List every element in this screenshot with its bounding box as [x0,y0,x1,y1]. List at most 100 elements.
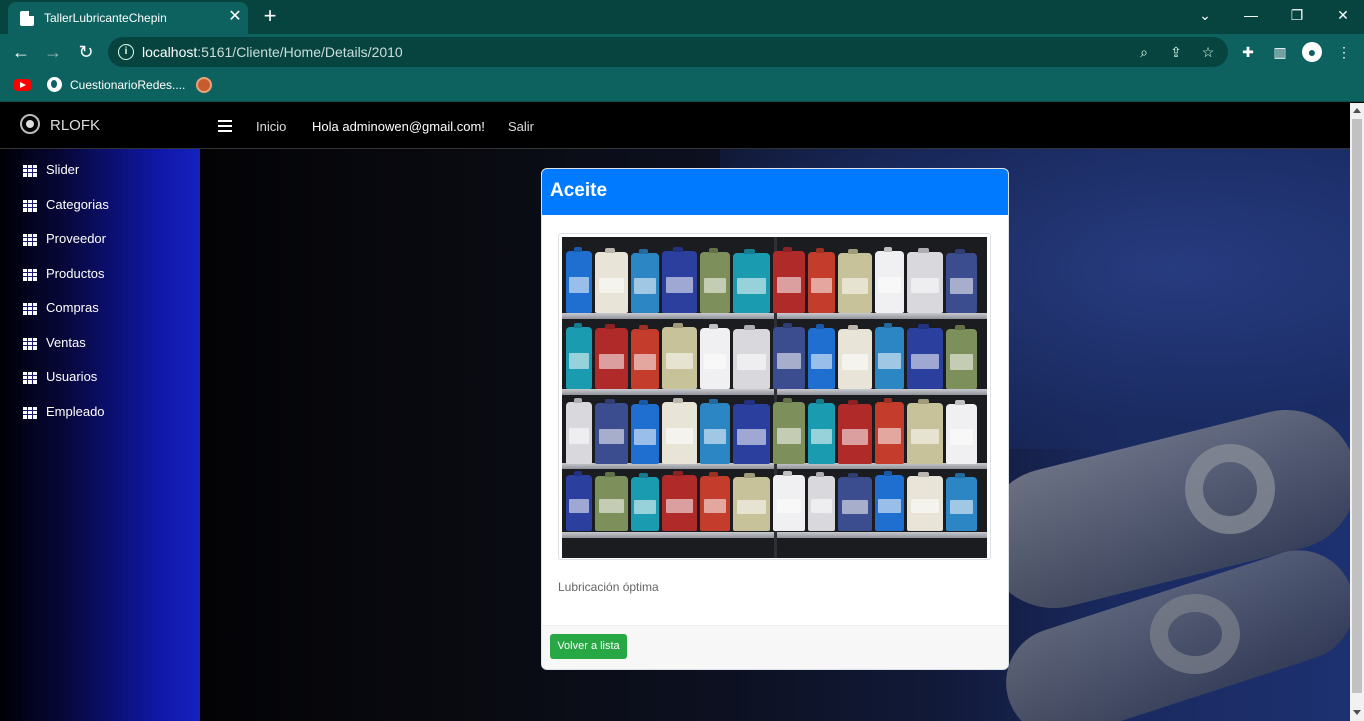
tab-title: TallerLubricanteChepin [44,11,167,25]
browser-tabstrip: TallerLubricanteChepin ✕ + ⌄ — ❐ ✕ [0,0,1364,34]
nav-user-greeting[interactable]: Hola adminowen@gmail.com! [312,119,485,134]
oil-bottle [700,328,730,389]
oil-bottle [946,477,977,531]
url-host: localhost [142,44,198,60]
oil-bottle [838,253,872,313]
oil-bottle [631,477,659,531]
back-to-list-button[interactable]: Volver a lista [550,634,627,659]
grid-icon [23,372,37,384]
nav-link-logout[interactable]: Salir [508,119,534,134]
card-footer: Volver a lista [542,625,1008,669]
restore-icon[interactable]: ❐ [1274,0,1320,32]
browser-toolbar: ← → ↻ i localhost:5161/Cliente/Home/Deta… [0,34,1364,70]
reload-icon[interactable]: ↻ [73,39,99,65]
oil-bottle [733,253,770,313]
oil-bottle [946,404,977,464]
oil-bottle [595,252,628,313]
oil-bottle [773,402,805,464]
menu-toggle-icon[interactable] [218,120,232,132]
new-tab-button[interactable]: + [260,5,280,27]
side-panel-icon[interactable]: ▥ [1270,42,1290,62]
oil-bottle [875,327,904,389]
sidebar-item-label: Categorias [46,197,109,212]
grid-icon [23,200,37,212]
oil-bottle [838,329,872,389]
forward-arrow-icon[interactable]: → [40,39,66,65]
scroll-thumb[interactable] [1352,119,1362,693]
grid-icon [23,234,37,246]
zoom-icon[interactable]: ⌕ [1134,42,1154,62]
oil-bottle [773,475,805,531]
card-header: Aceite [542,169,1008,215]
oil-bottle [875,402,904,464]
oil-bottle [595,476,628,531]
sidebar-item-label: Empleado [46,404,105,419]
oil-bottle [700,252,730,313]
oil-bottle [907,252,943,313]
grid-icon [23,338,37,350]
oil-bottle [907,476,943,531]
oil-bottle [808,476,835,531]
sidebar-item-label: Compras [46,300,99,315]
brand-name[interactable]: RLOFK [50,117,100,134]
nav-link-home[interactable]: Inicio [256,119,286,134]
oil-bottle [662,402,697,464]
oil-bottle [662,327,697,389]
oil-bottle [700,403,730,464]
info-icon[interactable]: i [118,44,134,60]
oil-bottle [566,327,592,389]
product-image [562,237,987,558]
sidebar-item-label: Productos [46,266,105,281]
bookmark-item[interactable]: CuestionarioRedes.... [70,78,185,92]
sidebar: Slider Categorias Proveedor Productos Co… [0,149,200,721]
globe-icon[interactable] [47,77,62,92]
sidebar-item-label: Slider [46,162,80,177]
scroll-up-icon[interactable] [1353,108,1361,113]
chevron-down-icon[interactable]: ⌄ [1182,0,1228,32]
oil-bottle [808,328,835,389]
oil-bottle [838,477,872,531]
page-icon [20,11,34,26]
oil-bottle [946,329,977,389]
product-description: Lubricación óptima [558,580,659,594]
page-scrollbar[interactable] [1350,103,1364,721]
browser-tab[interactable]: TallerLubricanteChepin ✕ [8,2,248,34]
share-icon[interactable]: ⇪ [1166,42,1186,62]
brand-logo-icon[interactable] [20,114,40,134]
close-window-icon[interactable]: ✕ [1320,0,1364,32]
back-arrow-icon[interactable]: ← [8,39,34,65]
product-detail-card: Aceite Lubricación óptima Volver a lista [541,168,1009,670]
bookmarks-bar: CuestionarioRedes.... [0,70,1364,102]
oil-bottle [808,252,835,313]
youtube-icon[interactable] [14,79,31,91]
app-navbar: RLOFK Inicio Hola adminowen@gmail.com! S… [0,103,1350,149]
url-path: :5161/Cliente/Home/Details/2010 [197,44,403,60]
close-icon[interactable]: ✕ [226,8,244,26]
oil-bottle [700,476,730,531]
minimize-icon[interactable]: — [1228,0,1274,32]
oil-bottle [733,329,770,389]
oil-bottle [946,253,977,313]
grid-icon [23,165,37,177]
scroll-down-icon[interactable] [1353,710,1361,715]
star-icon[interactable]: ☆ [1198,42,1218,62]
oil-bottle [662,475,697,531]
oil-bottle [631,253,659,313]
sidebar-item-label: Usuarios [46,369,98,384]
more-menu-icon[interactable]: ⋮ [1334,42,1354,62]
grid-icon [23,407,37,419]
grid-icon [23,269,37,281]
bookmark-favicon-icon[interactable] [196,77,212,93]
oil-bottle [838,404,872,464]
oil-bottle [566,251,592,313]
oil-bottle [631,329,659,389]
extensions-icon[interactable]: ✚ [1238,42,1258,62]
address-bar[interactable]: i localhost:5161/Cliente/Home/Details/20… [108,37,1228,67]
oil-bottle [595,328,628,389]
oil-bottle [631,404,659,464]
oil-bottle [808,403,835,464]
oil-bottle [662,251,697,313]
profile-icon[interactable]: ● [1302,42,1322,62]
oil-bottle [773,251,805,313]
oil-bottle [733,404,770,464]
